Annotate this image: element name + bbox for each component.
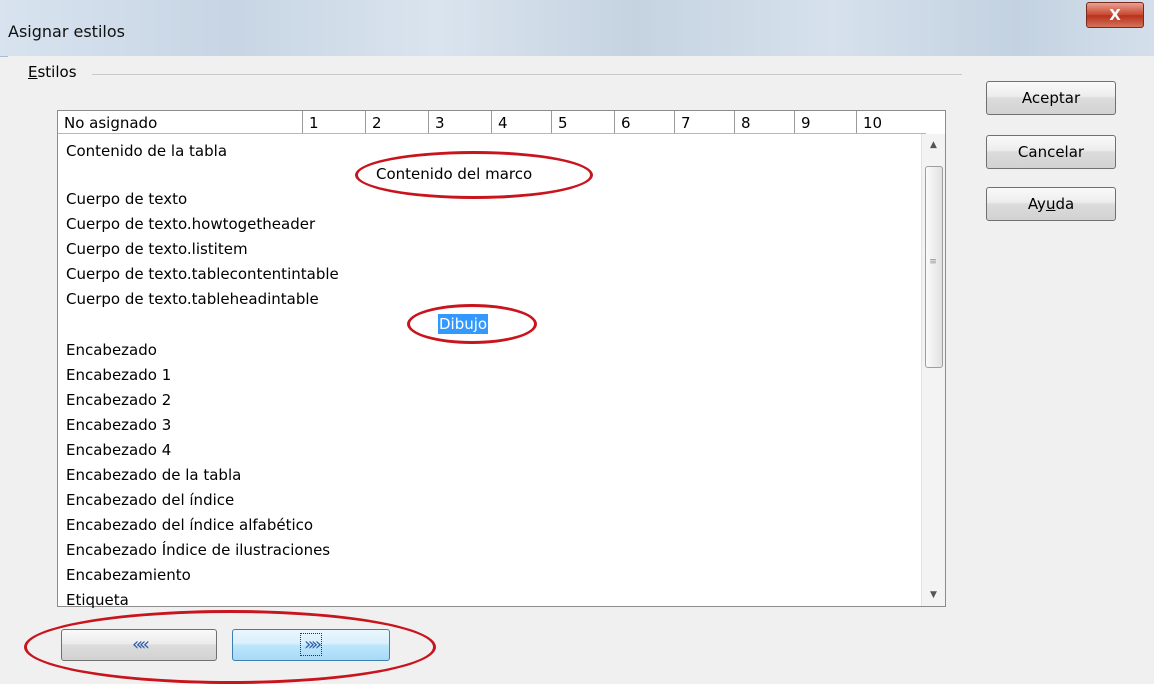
close-button[interactable]: X: [1086, 2, 1144, 28]
list-item[interactable]: Encabezado del índice alfabético: [66, 513, 313, 538]
list-item[interactable]: Cuerpo de texto.tablecontentintable: [66, 262, 339, 287]
list-item[interactable]: Encabezamiento: [66, 563, 191, 588]
annotation-ellipse-move-buttons: [24, 610, 436, 684]
close-icon: X: [1109, 6, 1121, 24]
group-divider: [92, 74, 962, 75]
header-level-8[interactable]: 8: [734, 111, 794, 133]
scroll-up-icon[interactable]: ▲: [922, 134, 945, 156]
scroll-grip-icon: ≡: [929, 257, 937, 267]
level-header: No asignado 1 2 3 4 5 6 7 8 9 10: [58, 111, 926, 134]
list-item[interactable]: Encabezado del índice: [66, 488, 234, 513]
header-level-3[interactable]: 3: [428, 111, 491, 133]
list-item[interactable]: Cuerpo de texto.howtogetheader: [66, 212, 315, 237]
scroll-down-icon[interactable]: ▼: [922, 584, 945, 606]
annotation-ellipse-frame-contents: [355, 151, 593, 199]
styles-group-label: Estilos: [28, 63, 81, 81]
help-button[interactable]: Ayuda: [986, 187, 1116, 221]
cancel-button[interactable]: Cancelar: [986, 135, 1116, 169]
header-level-1[interactable]: 1: [302, 111, 365, 133]
vertical-scrollbar[interactable]: ▲ ≡ ▼: [921, 134, 945, 606]
header-level-10[interactable]: 10: [856, 111, 926, 133]
dialog-title: Asignar estilos: [8, 22, 125, 41]
list-item[interactable]: Etiqueta: [66, 588, 129, 613]
list-item[interactable]: Encabezado 1: [66, 363, 171, 388]
header-no-assigned[interactable]: No asignado: [58, 111, 302, 133]
list-item[interactable]: Contenido de la tabla: [66, 139, 227, 164]
header-level-5[interactable]: 5: [551, 111, 614, 133]
list-item[interactable]: Encabezado: [66, 338, 157, 363]
list-item[interactable]: Encabezado 4: [66, 438, 171, 463]
scroll-thumb[interactable]: [925, 166, 943, 368]
header-level-6[interactable]: 6: [614, 111, 674, 133]
ok-button[interactable]: Aceptar: [986, 81, 1116, 115]
list-item[interactable]: Encabezado 3: [66, 413, 171, 438]
header-level-2[interactable]: 2: [365, 111, 428, 133]
header-level-7[interactable]: 7: [674, 111, 734, 133]
list-item[interactable]: Cuerpo de texto.tableheadintable: [66, 287, 319, 312]
list-item[interactable]: Cuerpo de texto.listitem: [66, 237, 248, 262]
list-item[interactable]: Encabezado 2: [66, 388, 171, 413]
assign-styles-dialog: Asignar estilos X Estilos No asignado 1 …: [0, 0, 1154, 684]
title-bar[interactable]: Asignar estilos X: [0, 0, 1154, 57]
annotation-ellipse-drawing: [407, 304, 537, 344]
list-item[interactable]: Encabezado de la tabla: [66, 463, 241, 488]
list-item[interactable]: Encabezado Índice de ilustraciones: [66, 538, 330, 563]
header-level-9[interactable]: 9: [794, 111, 856, 133]
list-item[interactable]: Cuerpo de texto: [66, 187, 187, 212]
header-level-4[interactable]: 4: [491, 111, 551, 133]
